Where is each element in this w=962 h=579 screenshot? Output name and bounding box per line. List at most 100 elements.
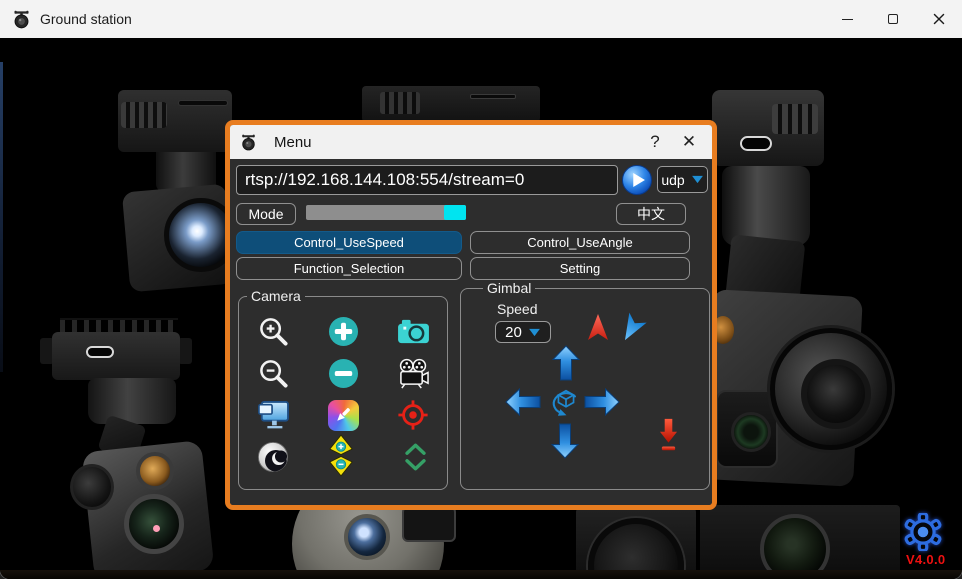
bg-edge-glow bbox=[0, 62, 3, 372]
main-canvas: Menu ? ✕ udp Mode 中文 bbox=[0, 38, 962, 579]
bg-gimbal-d-amber-lens bbox=[136, 452, 174, 490]
gimbal-speed-value: 20 bbox=[505, 324, 522, 341]
dialog-close-button[interactable]: ✕ bbox=[672, 127, 706, 157]
gimbal-app-icon bbox=[12, 10, 31, 29]
menu-dialog: Menu ? ✕ udp Mode 中文 bbox=[225, 120, 717, 510]
mode-button[interactable]: Mode bbox=[236, 203, 296, 225]
gimbal-recenter-button[interactable] bbox=[549, 386, 583, 420]
crosshair-target-icon bbox=[397, 399, 429, 431]
pitch-down-home-button[interactable] bbox=[657, 417, 680, 455]
bg-gimbal-c-usb-port bbox=[740, 136, 772, 151]
gimbal-group-label: Gimbal bbox=[483, 280, 535, 296]
bg-gimbal-e-port bbox=[402, 506, 456, 542]
arrow-up-icon bbox=[552, 345, 580, 381]
photo-camera-icon bbox=[397, 318, 430, 345]
minus-circle-icon bbox=[328, 358, 359, 389]
bg-gimbal-b-connector bbox=[380, 92, 420, 114]
bg-gimbal-d-body bbox=[52, 332, 180, 380]
bg-gimbal-a-slot bbox=[178, 100, 228, 106]
tab-setting[interactable]: Setting bbox=[470, 257, 690, 280]
dialog-help-button[interactable]: ? bbox=[638, 127, 672, 157]
window-controls bbox=[824, 0, 962, 38]
focus-plus-button[interactable] bbox=[325, 313, 361, 349]
tab-control-usespeed[interactable]: Control_UseSpeed bbox=[236, 231, 462, 254]
window-title: Ground station bbox=[40, 11, 132, 27]
bg-gimbal-d-main-lens bbox=[124, 494, 184, 554]
red-pointer-icon bbox=[585, 313, 611, 343]
gimbal-down-button[interactable] bbox=[551, 423, 579, 459]
night-moon-icon bbox=[257, 441, 289, 473]
close-icon bbox=[933, 13, 945, 25]
gimbal-speed-select[interactable]: 20 bbox=[495, 321, 551, 343]
close-button[interactable] bbox=[916, 0, 962, 38]
gimbal-group: Gimbal Speed 20 bbox=[460, 288, 710, 490]
video-camera-icon bbox=[397, 358, 430, 389]
version-label: V4.0.0 bbox=[906, 552, 945, 567]
tab-function-selection[interactable]: Function_Selection bbox=[236, 257, 462, 280]
red-down-to-limit-icon bbox=[657, 417, 680, 455]
rtsp-url-input[interactable] bbox=[236, 165, 618, 195]
slider-handle[interactable] bbox=[444, 205, 466, 220]
camera-group: Camera bbox=[238, 296, 448, 490]
arrow-left-icon bbox=[505, 388, 541, 416]
photo-capture-button[interactable] bbox=[395, 313, 431, 349]
gain-adjust-button[interactable] bbox=[327, 433, 355, 477]
chevron-down-icon bbox=[691, 175, 704, 184]
palette-app-icon bbox=[328, 400, 359, 431]
bg-gimbal-b-slot bbox=[470, 94, 516, 99]
play-icon bbox=[623, 166, 651, 194]
tab-control-useangle[interactable]: Control_UseAngle bbox=[470, 231, 690, 254]
bg-gimbal-c-thermal-lens bbox=[716, 390, 778, 468]
bg-gimbal-a-connector bbox=[121, 102, 167, 128]
play-stream-button[interactable] bbox=[622, 165, 652, 195]
bg-floor-reflection bbox=[0, 570, 962, 579]
video-record-button[interactable] bbox=[395, 355, 431, 391]
zoom-out-button[interactable] bbox=[255, 355, 291, 391]
maximize-button[interactable] bbox=[870, 0, 916, 38]
screen-display-icon bbox=[256, 400, 290, 430]
gimbal-speed-label: Speed bbox=[497, 301, 537, 317]
bg-gimbal-c-lens-barrel bbox=[770, 328, 892, 450]
bg-gimbal-d-neck bbox=[88, 378, 176, 424]
zoom-in-icon bbox=[258, 316, 289, 347]
protocol-select[interactable]: udp bbox=[657, 166, 708, 193]
night-mode-button[interactable] bbox=[255, 439, 291, 475]
gimbal-up-button[interactable] bbox=[552, 345, 580, 381]
app-window: Ground station bbox=[0, 0, 962, 579]
arrow-down-icon bbox=[551, 423, 579, 459]
focus-chevrons-button[interactable] bbox=[397, 439, 433, 475]
bg-gimbal-e-lens bbox=[344, 514, 390, 560]
bg-gimbal-d-mount-right bbox=[178, 338, 192, 364]
gimbal-right-button[interactable] bbox=[588, 384, 616, 420]
window-titlebar: Ground station bbox=[0, 0, 962, 38]
dialog-titlebar[interactable]: Menu ? ✕ bbox=[230, 125, 712, 159]
bg-gimbal-d-usb-port bbox=[86, 346, 114, 358]
chevrons-up-down-icon bbox=[403, 441, 428, 473]
chevron-down-icon bbox=[528, 328, 541, 337]
zoom-in-button[interactable] bbox=[255, 313, 291, 349]
cube-rotate-icon bbox=[549, 386, 583, 420]
maximize-icon bbox=[888, 14, 898, 24]
plus-circle-icon bbox=[328, 316, 359, 347]
gimbal-left-button[interactable] bbox=[509, 384, 537, 420]
dialog-title: Menu bbox=[274, 134, 312, 151]
bg-gimbal-c-connector bbox=[772, 104, 818, 134]
blue-pointer-icon bbox=[619, 313, 645, 343]
zoom-out-icon bbox=[258, 358, 289, 389]
focus-minus-button[interactable] bbox=[325, 355, 361, 391]
bg-gimbal-c-neck bbox=[722, 166, 810, 246]
minimize-button[interactable] bbox=[824, 0, 870, 38]
settings-gear-button[interactable] bbox=[903, 513, 943, 553]
screen-display-button[interactable] bbox=[255, 397, 291, 433]
dialog-gimbal-icon bbox=[240, 134, 257, 151]
slider-track[interactable] bbox=[306, 205, 466, 220]
dialog-body: udp Mode 中文 Control_UseSpeed Control_Use… bbox=[230, 159, 712, 505]
language-button[interactable]: 中文 bbox=[616, 203, 686, 225]
stream-slider[interactable] bbox=[306, 205, 466, 220]
palette-app-button[interactable] bbox=[325, 397, 361, 433]
protocol-value: udp bbox=[661, 172, 684, 188]
arrow-right-icon bbox=[584, 388, 620, 416]
diamond-plus-minus-icon bbox=[328, 434, 354, 477]
target-track-button[interactable] bbox=[395, 397, 431, 433]
camera-group-label: Camera bbox=[247, 288, 305, 304]
